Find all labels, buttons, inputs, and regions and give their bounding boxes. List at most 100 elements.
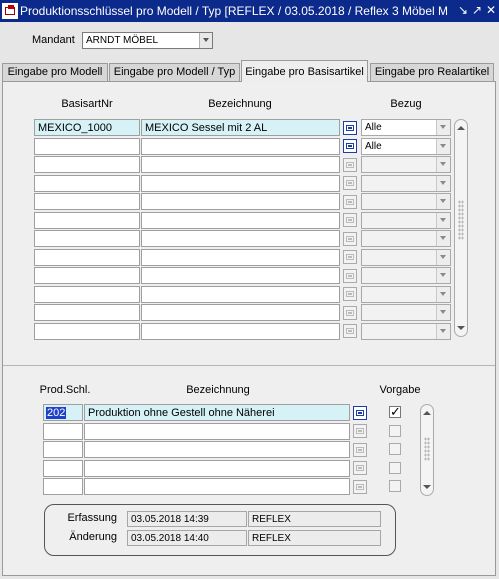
list-of-values-icon[interactable]: [343, 305, 357, 320]
bezug-select[interactable]: [361, 322, 451, 340]
app-icon[interactable]: [2, 3, 18, 19]
scroll-up-icon[interactable]: [455, 122, 467, 134]
bezug-select[interactable]: [361, 211, 451, 229]
prodschl-input[interactable]: 202: [43, 404, 83, 421]
list-of-values-icon[interactable]: [343, 231, 357, 246]
prod-scrollbar[interactable]: [420, 404, 434, 496]
list-of-values-icon[interactable]: [353, 442, 367, 457]
basis-scrollbar[interactable]: [454, 119, 468, 337]
bezug-select[interactable]: [361, 304, 451, 321]
minimize-icon[interactable]: ↘: [456, 3, 470, 17]
bezug-select[interactable]: [361, 267, 451, 284]
bezeichnung-input[interactable]: [141, 211, 340, 229]
prodschl-input[interactable]: [43, 459, 83, 477]
bezeichnung-input[interactable]: [141, 248, 340, 266]
scroll-up-icon[interactable]: [421, 407, 433, 419]
list-of-values-icon[interactable]: [343, 324, 357, 338]
scroll-down-icon[interactable]: [455, 322, 467, 334]
list-of-values-icon[interactable]: [353, 479, 367, 494]
list-of-values-icon[interactable]: [343, 268, 357, 283]
chevron-down-icon[interactable]: [436, 157, 450, 172]
basisartnr-input[interactable]: [34, 230, 140, 247]
chevron-down-icon[interactable]: [199, 33, 212, 48]
chevron-down-icon[interactable]: [436, 138, 450, 154]
bezeichnung-input[interactable]: [141, 267, 340, 284]
title-bar[interactable]: Produktionsschlüssel pro Modell / Typ [R…: [0, 0, 499, 22]
chevron-down-icon[interactable]: [436, 249, 450, 265]
list-of-values-icon[interactable]: [353, 405, 367, 420]
list-of-values-icon[interactable]: [343, 176, 357, 190]
bezug-select[interactable]: Alle: [361, 119, 451, 136]
bezeichnung-input[interactable]: [141, 193, 340, 210]
basisartnr-input[interactable]: [34, 304, 140, 321]
bezug-select[interactable]: [361, 174, 451, 192]
prod-bezeichnung-input[interactable]: [84, 478, 350, 495]
bezug-select[interactable]: [361, 285, 451, 303]
basisartnr-input[interactable]: [34, 174, 140, 192]
list-of-values-icon[interactable]: [343, 213, 357, 227]
tab-eingabe-pro-basisartikel[interactable]: Eingabe pro Basisartikel: [241, 60, 368, 82]
basisartnr-input[interactable]: [34, 322, 140, 340]
bezeichnung-input[interactable]: MEXICO Sessel mit 2 AL: [141, 119, 340, 136]
scroll-grip[interactable]: [424, 437, 430, 461]
tab-eingabe-pro-realartikel[interactable]: Eingabe pro Realartikel: [370, 63, 494, 82]
basisartnr-input[interactable]: [34, 211, 140, 229]
basisartnr-input[interactable]: [34, 285, 140, 303]
bezug-select[interactable]: [361, 248, 451, 266]
vorgabe-checkbox[interactable]: [389, 461, 401, 474]
prod-bezeichnung-input[interactable]: [84, 422, 350, 440]
bezeichnung-input[interactable]: [141, 156, 340, 173]
chevron-down-icon[interactable]: [436, 305, 450, 320]
basisartnr-input[interactable]: MEXICO_1000: [34, 119, 140, 136]
chevron-down-icon[interactable]: [436, 120, 450, 135]
bezeichnung-input[interactable]: [141, 174, 340, 192]
bezeichnung-input[interactable]: [141, 285, 340, 303]
basisartnr-input[interactable]: [34, 193, 140, 210]
chevron-down-icon[interactable]: [436, 231, 450, 246]
basisartnr-input[interactable]: [34, 137, 140, 155]
prod-bezeichnung-input[interactable]: [84, 441, 350, 458]
list-of-values-icon[interactable]: [343, 139, 357, 153]
mandant-select[interactable]: ARNDT MÖBEL: [82, 32, 213, 49]
list-of-values-icon[interactable]: [343, 250, 357, 264]
mandant-label: Mandant: [32, 34, 75, 46]
list-of-values-icon[interactable]: [353, 424, 367, 438]
vorgabe-checkbox[interactable]: [389, 480, 401, 492]
chevron-down-icon[interactable]: [436, 323, 450, 339]
list-of-values-icon[interactable]: [343, 157, 357, 172]
prod-bezeichnung-input[interactable]: [84, 459, 350, 477]
close-icon[interactable]: ✕: [484, 3, 498, 17]
scroll-grip[interactable]: [458, 200, 464, 240]
bezeichnung-input[interactable]: [141, 322, 340, 340]
prodschl-input[interactable]: [43, 422, 83, 440]
bezug-select[interactable]: [361, 156, 451, 173]
basisartnr-input[interactable]: [34, 267, 140, 284]
basisartnr-input[interactable]: [34, 248, 140, 266]
scroll-down-icon[interactable]: [421, 481, 433, 493]
chevron-down-icon[interactable]: [436, 286, 450, 302]
vorgabe-checkbox[interactable]: [389, 443, 401, 455]
basisartnr-input[interactable]: [34, 156, 140, 173]
list-of-values-icon[interactable]: [343, 120, 357, 135]
chevron-down-icon[interactable]: [436, 212, 450, 228]
chevron-down-icon[interactable]: [436, 194, 450, 209]
chevron-down-icon[interactable]: [436, 268, 450, 283]
prodschl-input[interactable]: [43, 478, 83, 495]
list-of-values-icon[interactable]: [343, 287, 357, 301]
prodschl-input[interactable]: [43, 441, 83, 458]
list-of-values-icon[interactable]: [353, 461, 367, 475]
prod-bezeichnung-input[interactable]: Produktion ohne Gestell ohne Näherei: [84, 404, 350, 421]
tab-eingabe-pro-modell[interactable]: Eingabe pro Modell: [2, 63, 108, 82]
vorgabe-checkbox[interactable]: [389, 424, 401, 437]
chevron-down-icon[interactable]: [436, 175, 450, 191]
vorgabe-checkbox[interactable]: [389, 404, 401, 420]
bezeichnung-input[interactable]: [141, 230, 340, 247]
maximize-icon[interactable]: ↗: [470, 3, 484, 17]
bezug-select[interactable]: [361, 230, 451, 247]
bezug-select[interactable]: Alle: [361, 137, 451, 155]
list-of-values-icon[interactable]: [343, 194, 357, 209]
bezug-select[interactable]: [361, 193, 451, 210]
bezeichnung-input[interactable]: [141, 137, 340, 155]
tab-eingabe-pro-modell-typ[interactable]: Eingabe pro Modell / Typ: [109, 63, 240, 82]
bezeichnung-input[interactable]: [141, 304, 340, 321]
